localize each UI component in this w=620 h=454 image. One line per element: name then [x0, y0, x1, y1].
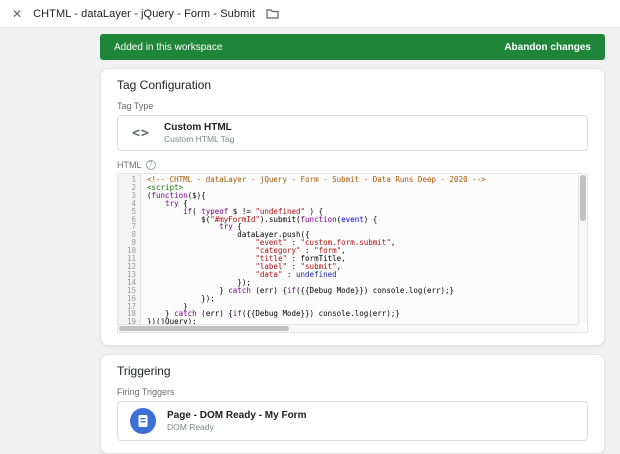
workspace-content: Added in this workspace Abandon changes … [100, 34, 605, 454]
line-number: 3 [118, 192, 141, 200]
workspace-status-text: Added in this workspace [114, 42, 222, 53]
workspace-status-banner: Added in this workspace Abandon changes [100, 34, 605, 60]
code-lines: 1<!-- CHTML - dataLayer - jQuery - Form … [118, 176, 578, 326]
vertical-scrollbar-thumb[interactable] [580, 175, 586, 221]
tag-name-title: CHTML - dataLayer - jQuery - Form - Subm… [33, 8, 255, 20]
horizontal-scrollbar-thumb[interactable] [119, 326, 289, 331]
triggering-card: Triggering Firing Triggers Page - DOM Re… [100, 354, 605, 454]
top-bar: ✕ CHTML - dataLayer - jQuery - Form - Su… [0, 0, 620, 28]
tag-configuration-title: Tag Configuration [117, 79, 588, 92]
line-number: 6 [118, 216, 141, 224]
line-number: 8 [118, 231, 141, 239]
help-icon[interactable]: ? [146, 160, 156, 170]
folder-icon[interactable] [266, 8, 279, 19]
horizontal-scrollbar [118, 324, 578, 332]
tag-type-selector[interactable]: <> Custom HTML Custom HTML Tag [117, 115, 588, 151]
line-number: 5 [118, 208, 141, 216]
triggering-title: Triggering [117, 365, 588, 378]
line-number: 2 [118, 184, 141, 192]
tag-type-description: Custom HTML Tag [164, 134, 234, 144]
line-number: 7 [118, 223, 141, 231]
line-number: 1 [118, 176, 141, 184]
tag-type-label: Tag Type [117, 101, 588, 111]
trigger-name: Page - DOM Ready - My Form [167, 410, 306, 421]
close-icon[interactable]: ✕ [12, 8, 22, 20]
html-field-label-row: HTML ? [117, 160, 588, 170]
trigger-item[interactable]: Page - DOM Ready - My Form DOM Ready [117, 401, 588, 441]
abandon-changes-button[interactable]: Abandon changes [504, 42, 591, 53]
vertical-scrollbar [578, 174, 587, 324]
html-label: HTML [117, 160, 142, 170]
custom-html-icon: <> [118, 126, 164, 141]
code-line: 1<!-- CHTML - dataLayer - jQuery - Form … [118, 176, 578, 184]
firing-triggers-label: Firing Triggers [117, 387, 588, 397]
tag-type-name: Custom HTML [164, 122, 234, 133]
dom-ready-trigger-icon [130, 408, 156, 434]
html-code-editor[interactable]: 1<!-- CHTML - dataLayer - jQuery - Form … [117, 173, 588, 333]
trigger-type: DOM Ready [167, 422, 306, 432]
line-number: 4 [118, 200, 141, 208]
tag-configuration-card: Tag Configuration Tag Type <> Custom HTM… [100, 68, 605, 346]
